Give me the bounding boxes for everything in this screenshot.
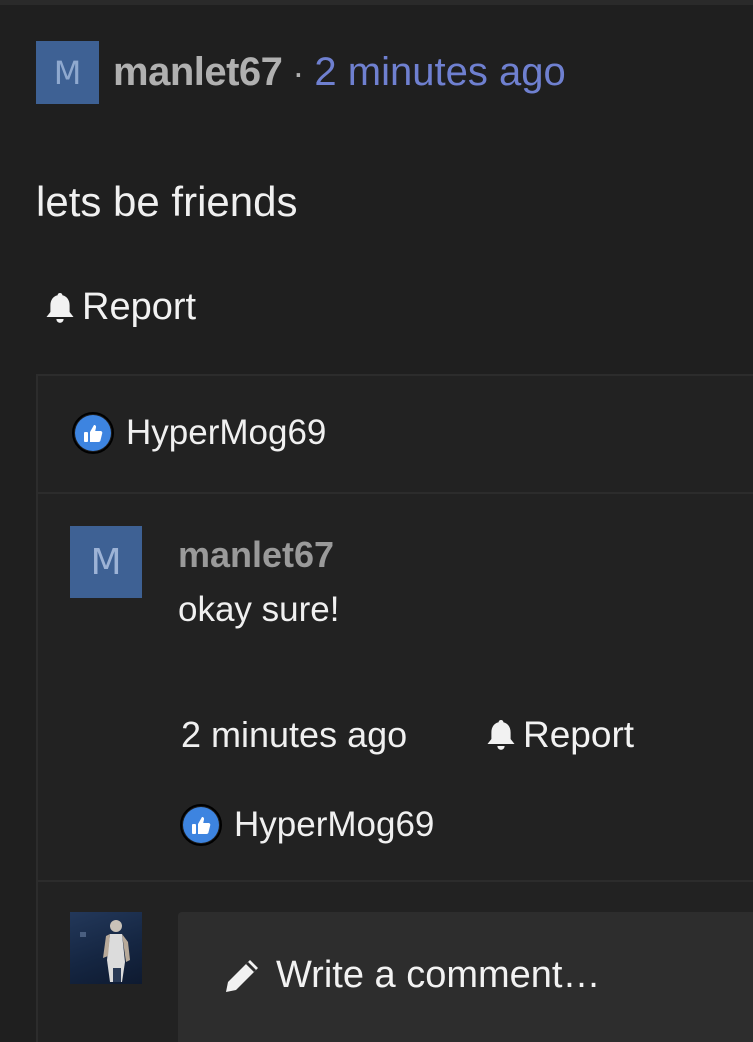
write-comment-placeholder: Write a comment… — [276, 954, 601, 996]
liker-name[interactable]: HyperMog69 — [234, 805, 434, 845]
comment-report-button[interactable]: Report — [485, 714, 634, 756]
comment-timestamp[interactable]: 2 minutes ago — [181, 714, 407, 756]
thumbs-up-icon — [72, 412, 114, 454]
post-timestamp-link[interactable]: 2 minutes ago — [314, 50, 565, 95]
divider — [38, 880, 753, 882]
liker-name[interactable]: HyperMog69 — [126, 413, 326, 453]
post-author-name[interactable]: manlet67 — [113, 50, 283, 95]
post-header: M manlet67 · 2 minutes ago — [36, 41, 566, 104]
comments-panel: HyperMog69 M manlet67 okay sure! 2 minut… — [36, 374, 753, 1042]
comment-author-avatar[interactable]: M — [70, 526, 142, 598]
comment-author-name[interactable]: manlet67 — [178, 534, 334, 576]
post-report-button[interactable]: Report — [44, 286, 196, 329]
bell-icon — [487, 720, 515, 750]
current-user-avatar[interactable] — [70, 912, 142, 984]
post-author-avatar[interactable]: M — [36, 41, 99, 104]
pencil-icon — [226, 959, 258, 992]
comment-likes-row: HyperMog69 — [180, 804, 434, 846]
write-comment-input[interactable]: Write a comment… — [178, 912, 753, 1042]
post-body-text: lets be friends — [36, 178, 298, 225]
header-separator: · — [292, 51, 305, 93]
report-label: Report — [82, 286, 197, 328]
thumbs-up-icon — [180, 804, 222, 846]
post-likes-row: HyperMog69 — [72, 412, 326, 454]
report-label: Report — [523, 714, 635, 755]
bell-icon — [46, 292, 74, 323]
comment-text: okay sure! — [178, 590, 340, 629]
divider — [38, 492, 753, 494]
top-divider — [0, 0, 753, 5]
